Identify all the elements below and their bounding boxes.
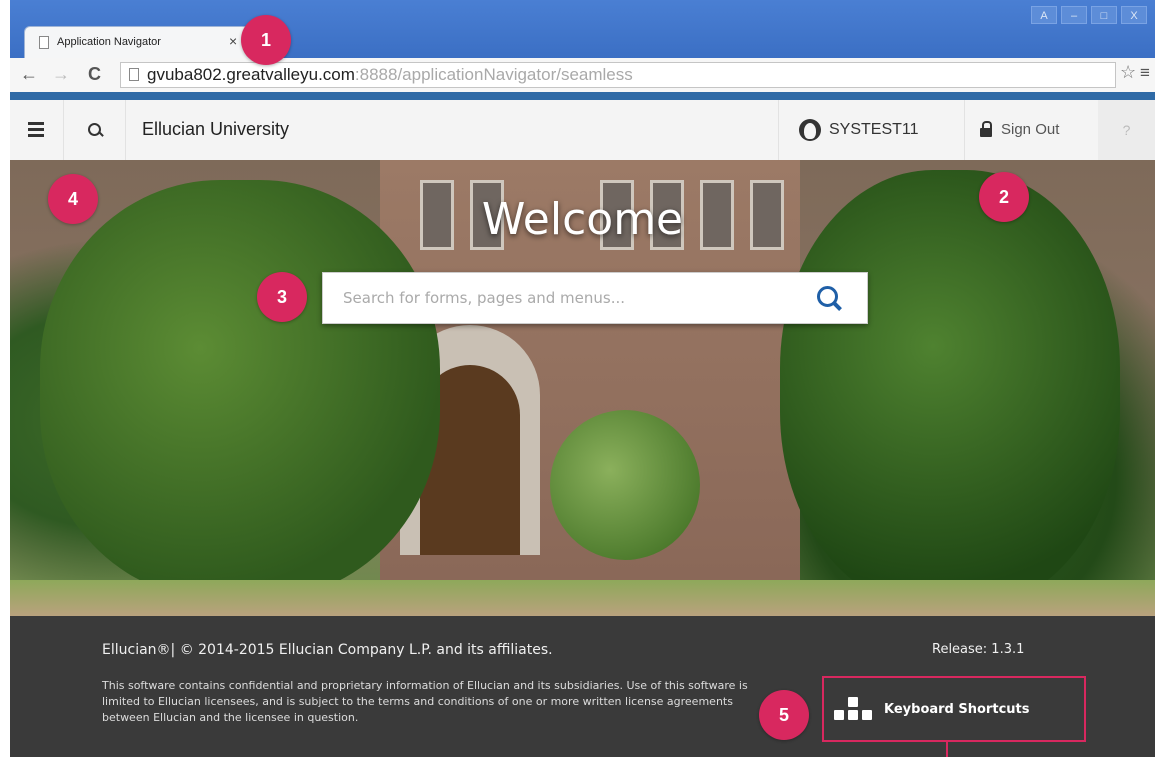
close-window-button[interactable]: X — [1121, 6, 1147, 24]
browser-tab[interactable]: Application Navigator × — [24, 26, 250, 58]
browser-toolbar: ← → C gvuba802.greatvalleyu.com:8888/app… — [10, 58, 1155, 93]
help-icon[interactable]: ? — [1098, 100, 1155, 160]
browser-menu-icon[interactable]: ≡ — [1140, 63, 1150, 83]
app-header: Ellucian University SYSTEST11 Sign Out ? — [10, 100, 1155, 161]
background-ground — [10, 580, 1155, 616]
address-bar[interactable]: gvuba802.greatvalleyu.com:8888/applicati… — [120, 62, 1116, 88]
footer: Ellucian®| © 2014-2015 Ellucian Company … — [10, 616, 1155, 757]
callout-1: 1 — [241, 15, 291, 65]
lock-icon — [980, 121, 994, 139]
search-icon[interactable] — [64, 100, 126, 160]
user-menu[interactable]: SYSTEST11 — [778, 100, 964, 160]
forward-arrow-icon[interactable]: → — [52, 64, 70, 85]
sign-out-label: Sign Out — [1001, 121, 1060, 138]
callout-connector-line — [946, 742, 948, 757]
callout-5: 5 — [759, 690, 809, 740]
callout-3: 3 — [257, 272, 307, 322]
background-bush — [550, 410, 700, 560]
release-version: Release: 1.3.1 — [932, 642, 1025, 657]
browser-window: Application Navigator × A – □ X ← → C gv… — [10, 0, 1155, 757]
app-title: Ellucian University — [142, 119, 290, 139]
search-icon[interactable] — [817, 286, 843, 312]
url-path: :8888/applicationNavigator/seamless — [354, 65, 633, 84]
hero-banner: Welcome — [10, 160, 1155, 616]
tab-title: Application Navigator — [57, 36, 161, 48]
search-input[interactable] — [323, 273, 803, 323]
window-controls: A – □ X — [1031, 6, 1147, 24]
close-icon[interactable]: × — [229, 33, 237, 49]
username: SYSTEST11 — [829, 121, 919, 138]
window-user-button[interactable]: A — [1031, 6, 1057, 24]
legal-notice: This software contains confidential and … — [102, 679, 748, 724]
url-host: gvuba802.greatvalleyu.com — [147, 65, 355, 84]
accent-strip — [10, 92, 1155, 100]
callout-2: 2 — [979, 172, 1029, 222]
keyboard-shortcuts-label: Keyboard Shortcuts — [884, 702, 1030, 717]
callout-4: 4 — [48, 174, 98, 224]
user-avatar-icon — [799, 119, 821, 141]
copyright-text: Ellucian®| © 2014-2015 Ellucian Company … — [102, 642, 553, 658]
keyboard-shortcuts-button[interactable]: Keyboard Shortcuts — [822, 676, 1086, 742]
reload-icon[interactable]: C — [88, 64, 101, 85]
hamburger-menu-icon[interactable] — [10, 100, 64, 160]
browser-tab-bar: Application Navigator × A – □ X — [10, 0, 1155, 58]
keyboard-icon — [834, 697, 872, 723]
bookmark-star-icon[interactable]: ☆ — [1120, 62, 1136, 83]
sign-out-button[interactable]: Sign Out — [964, 100, 1098, 160]
minimize-button[interactable]: – — [1061, 6, 1087, 24]
document-icon — [39, 36, 49, 49]
global-search-box — [322, 272, 868, 324]
maximize-button[interactable]: □ — [1091, 6, 1117, 24]
back-arrow-icon[interactable]: ← — [20, 64, 38, 85]
document-icon — [129, 68, 139, 81]
